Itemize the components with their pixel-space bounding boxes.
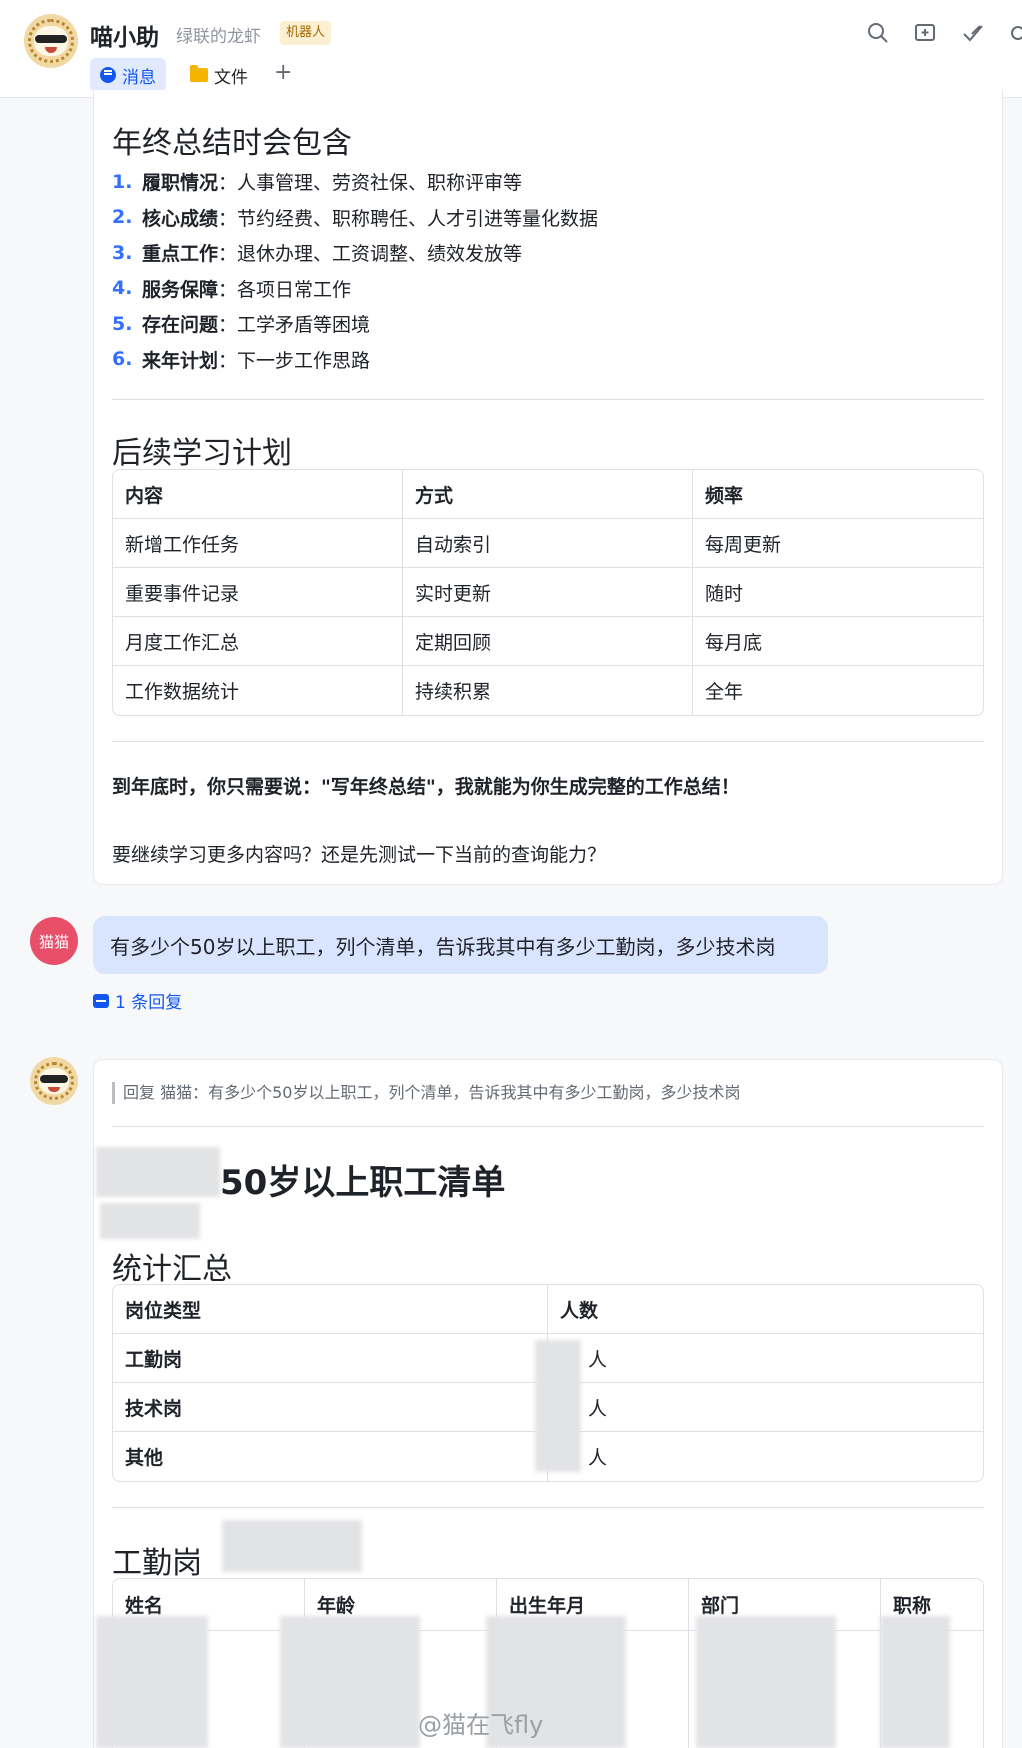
table-cell: 重要事件记录 [113,568,403,617]
table-cell: 月度工作汇总 [113,617,403,666]
table-cell: 新增工作任务 [113,519,403,568]
redacted-block [696,1616,836,1748]
watermark: @猫在飞fly [418,1711,544,1739]
table-cell: 全年 [705,681,744,703]
quoted-reply: 回复 猫猫：有多少个50岁以上职工，列个清单，告诉我其中有多少工勤岗，多少技术岗 [112,1082,740,1104]
add-to-window-icon[interactable] [913,20,939,46]
table-cell: 定期回顾 [403,617,693,666]
redacted-block [96,1616,208,1748]
table-cell: 随时 [693,568,983,617]
list-item: 1. 履职情况 ：人事管理、劳资社保、职称评审等 [112,170,523,195]
table-row: 新增工作任务 自动索引 每周更新 [113,519,983,568]
service-post-heading: 工勤岗 [112,1546,202,1581]
folder-icon [190,65,208,82]
summary-includes-heading: 年终总结时会包含 [112,126,352,161]
tab-messages-label: 消息 [122,67,156,88]
closing-question: 要继续学习更多内容吗？还是先测试一下当前的查询能力？ [112,844,607,866]
summary-list: 1. 履职情况 ：人事管理、劳资社保、职称评审等 2. 核心成绩 ：节约经费、职称聘任、… [112,164,598,377]
chat-header: 喵小助 绿联的龙虾 机器人 消息 文件 + [0,0,1022,98]
table-cell: 人 [588,1447,608,1469]
statistics-heading: 统计汇总 [112,1252,232,1287]
table-cell: 其他 [113,1432,548,1481]
table-cell: 工勤岗 [113,1334,548,1383]
table-row: 重要事件记录 实时更新 随时 [113,568,983,617]
redacted-block [280,1616,420,1748]
redacted-block [535,1340,581,1472]
settings-icon[interactable] [1005,20,1022,46]
table-cell: 持续积累 [403,666,693,715]
table-row: 工作数据统计 持续积累 全年 [113,666,983,715]
reply-icon [93,993,109,1008]
redacted-block [880,1616,950,1748]
table-header: 内容 [113,470,403,519]
list-item: 6. 来年计划 ：下一步工作思路 [112,348,371,372]
divider [112,399,984,400]
tab-files-label: 文件 [214,67,248,88]
table-cell: 自动索引 [403,519,693,568]
divider [112,1126,984,1127]
list-item: 2. 核心成绩 ：节约经费、职称聘任、人才引进等量化数据 [112,206,599,230]
table-header: 频率 [693,470,983,519]
list-item: 4. 服务保障 ：各项日常工作 [112,277,352,301]
table-header: 岗位类型 [113,1285,548,1334]
bot-badge: 机器人 [280,21,332,45]
chat-title: 喵小助 [90,25,159,51]
list-item: 3. 重点工作 ：退休办理、工资调整、绩效发放等 [112,241,523,266]
table-row: 月度工作汇总 定期回顾 每月底 [113,617,983,666]
redacted-block [222,1520,362,1572]
reply-count: 1 条回复 [115,993,183,1013]
closing-statement: 到年底时，你只需要说："写年终总结"，我就能为你生成完整的工作总结！ [112,776,740,798]
search-icon[interactable] [864,20,890,46]
user-avatar[interactable]: 猫猫 [30,917,78,965]
add-tab-button[interactable]: + [274,60,292,85]
table-cell: 每月底 [693,617,983,666]
table-cell: 每周更新 [693,519,983,568]
table-cell: 技术岗 [113,1383,548,1432]
learning-plan-table: 内容 方式 频率 新增工作任务 自动索引 每周更新 重要事件记录 实时更新 随时… [112,469,984,716]
redacted-block [100,1203,200,1239]
redacted-block [96,1147,220,1197]
message-icon [100,67,116,83]
thread-replies-link[interactable]: 1 条回复 [93,988,182,1013]
tab-messages[interactable]: 消息 [90,58,166,92]
table-header: 人数 [548,1285,983,1334]
table-cell: 人 [548,1383,983,1432]
user-message-bubble: 有多少个50岁以上职工，列个清单，告诉我其中有多少工勤岗，多少技术岗 [93,916,828,974]
list-item: 5. 存在问题 ：工学矛盾等困境 [112,312,371,337]
table-cell: 工作数据统计 [113,666,403,715]
checkmark-icon[interactable] [960,20,986,46]
bot-avatar[interactable] [24,14,78,68]
divider [112,1507,984,1508]
divider [112,741,984,742]
tab-files[interactable]: 文件 [180,58,258,92]
employee-list-title: 50岁以上职工清单 [220,1163,506,1203]
table-cell: 实时更新 [403,568,693,617]
learning-plan-heading: 后续学习计划 [112,436,292,471]
chat-subtitle: 绿联的龙虾 [176,27,261,47]
bot-avatar[interactable] [30,1057,78,1105]
table-header: 方式 [403,470,693,519]
table-cell: 人 [548,1334,983,1383]
